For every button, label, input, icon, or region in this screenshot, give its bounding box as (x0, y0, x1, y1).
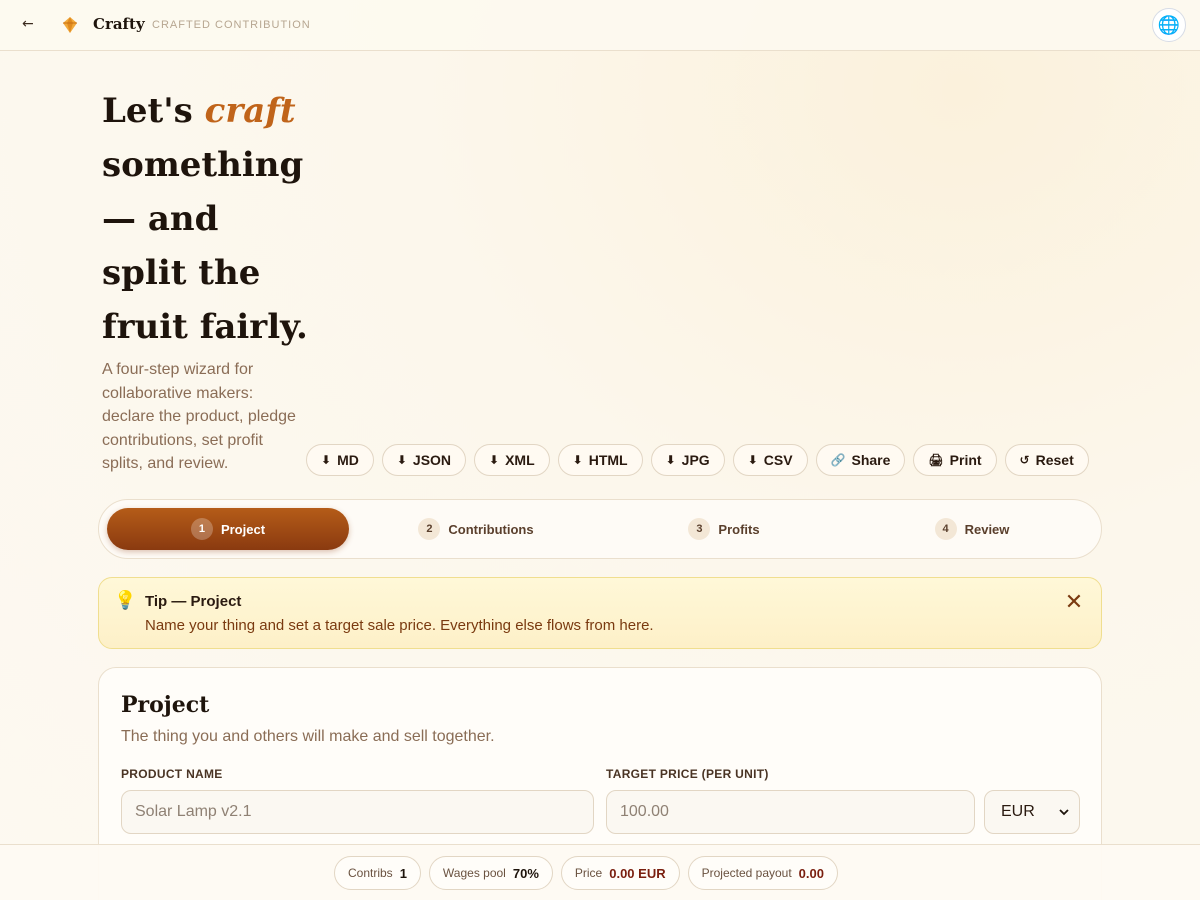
button-label: JSON (412, 452, 452, 468)
export-jpg-button[interactable]: ⬇ JPG (650, 444, 725, 476)
download-icon: ⬇ (396, 453, 407, 467)
step-number: 3 (688, 518, 711, 540)
chevron-down-icon (1059, 808, 1069, 815)
language-button[interactable]: 🌐 (1152, 8, 1186, 42)
step-project[interactable]: 1 Project (107, 508, 349, 550)
close-icon[interactable]: ✕ (1063, 592, 1085, 614)
reset-button[interactable]: ↺ Reset (1004, 444, 1089, 476)
brand-name: Crafty (93, 15, 145, 33)
target-price-input[interactable] (606, 790, 975, 834)
printer-icon: 🖨 (928, 453, 944, 467)
download-icon: ⬇ (321, 453, 332, 467)
status-pills: Contribs 1 Wages pool 70% Price 0.00 EUR… (334, 856, 838, 890)
export-json-button[interactable]: ⬇ JSON (381, 444, 467, 476)
globe-icon: 🌐 (1157, 14, 1181, 36)
back-button[interactable]: ← (22, 16, 34, 32)
brand-tagline: CRAFTED CONTRIBUTION (152, 19, 311, 31)
pill-value: 0.00 EUR (609, 865, 666, 881)
top-bar: ← Crafty CRAFTED CONTRIBUTION 🌐 (0, 0, 1200, 51)
tip-text: Name your thing and set a target sale pr… (145, 617, 654, 634)
button-label: XML (505, 452, 535, 468)
pill-label: Wages pool (442, 866, 506, 880)
share-button[interactable]: 🔗 Share (815, 444, 906, 476)
pill-value: 70% (512, 865, 539, 881)
step-review[interactable]: 4 Review (851, 508, 1093, 550)
wizard-stepper: 1 Project 2 Contributions 3 Profits 4 Re… (98, 499, 1102, 559)
export-md-button[interactable]: ⬇ MD (306, 444, 374, 476)
hero-title-accent: craft (204, 91, 296, 131)
reset-icon: ↺ (1019, 453, 1030, 467)
button-label: MD (337, 452, 359, 468)
step-number: 4 (934, 518, 957, 540)
currency-value: EUR (1001, 803, 1035, 820)
button-label: Share (851, 452, 891, 468)
lightbulb-icon: 💡 (114, 590, 137, 611)
contribs-pill: Contribs 1 (334, 856, 421, 890)
button-label: HTML (588, 452, 628, 468)
hero-title: Let's craft something — and split the fr… (102, 84, 312, 354)
pill-value: 1 (399, 865, 407, 881)
currency-select[interactable]: EUR (984, 790, 1080, 834)
export-actions: ⬇ MD ⬇ JSON ⬇ XML ⬇ HTML ⬇ JPG ⬇ CSV 🔗 Share 🖨 P… (306, 444, 1089, 476)
step-number: 2 (418, 518, 441, 540)
export-xml-button[interactable]: ⬇ XML (474, 444, 550, 476)
tip-banner: 💡 Tip — Project Name your thing and set … (98, 577, 1102, 649)
diamond-logo-icon (63, 17, 77, 33)
wages-pool-pill: Wages pool 70% (428, 856, 553, 890)
pill-label: Price (574, 866, 603, 880)
target-price-label: TARGET PRICE (PER UNIT) (606, 767, 769, 781)
step-label: Project (220, 521, 266, 537)
download-icon: ⬇ (489, 453, 500, 467)
button-label: JPG (681, 452, 710, 468)
pill-label: Projected payout (701, 866, 792, 880)
export-html-button[interactable]: ⬇ HTML (557, 444, 643, 476)
export-csv-button[interactable]: ⬇ CSV (732, 444, 808, 476)
projected-payout-pill: Projected payout 0.00 (687, 856, 838, 890)
step-label: Contributions (448, 521, 534, 537)
step-profits[interactable]: 3 Profits (603, 508, 845, 550)
tip-title: Tip — Project (145, 593, 242, 610)
product-name-label: PRODUCT NAME (121, 767, 223, 781)
hero-title-pre: Let's (102, 91, 205, 131)
step-label: Profits (718, 521, 760, 537)
download-icon: ⬇ (665, 453, 676, 467)
button-label: Reset (1035, 452, 1074, 468)
card-subtitle: The thing you and others will make and s… (121, 728, 495, 745)
product-name-input[interactable] (121, 790, 594, 834)
button-label: CSV (763, 452, 793, 468)
price-pill: Price 0.00 EUR (560, 856, 680, 890)
step-number: 1 (190, 518, 213, 540)
step-contributions[interactable]: 2 Contributions (355, 508, 597, 550)
button-label: Print (949, 452, 982, 468)
download-icon: ⬇ (747, 453, 758, 467)
pill-label: Contribs (348, 866, 393, 880)
card-title: Project (121, 692, 210, 718)
link-icon: 🔗 (830, 453, 846, 467)
hero-title-post: something — and split the fruit fairly. (102, 145, 308, 347)
print-button[interactable]: 🖨 Print (913, 444, 997, 476)
hero-subtitle: A four-step wizard for collaborative mak… (102, 361, 296, 472)
status-bar: Contribs 1 Wages pool 70% Price 0.00 EUR… (0, 844, 1200, 900)
download-icon: ⬇ (572, 453, 583, 467)
step-label: Review (964, 521, 1010, 537)
pill-value: 0.00 (798, 865, 824, 881)
